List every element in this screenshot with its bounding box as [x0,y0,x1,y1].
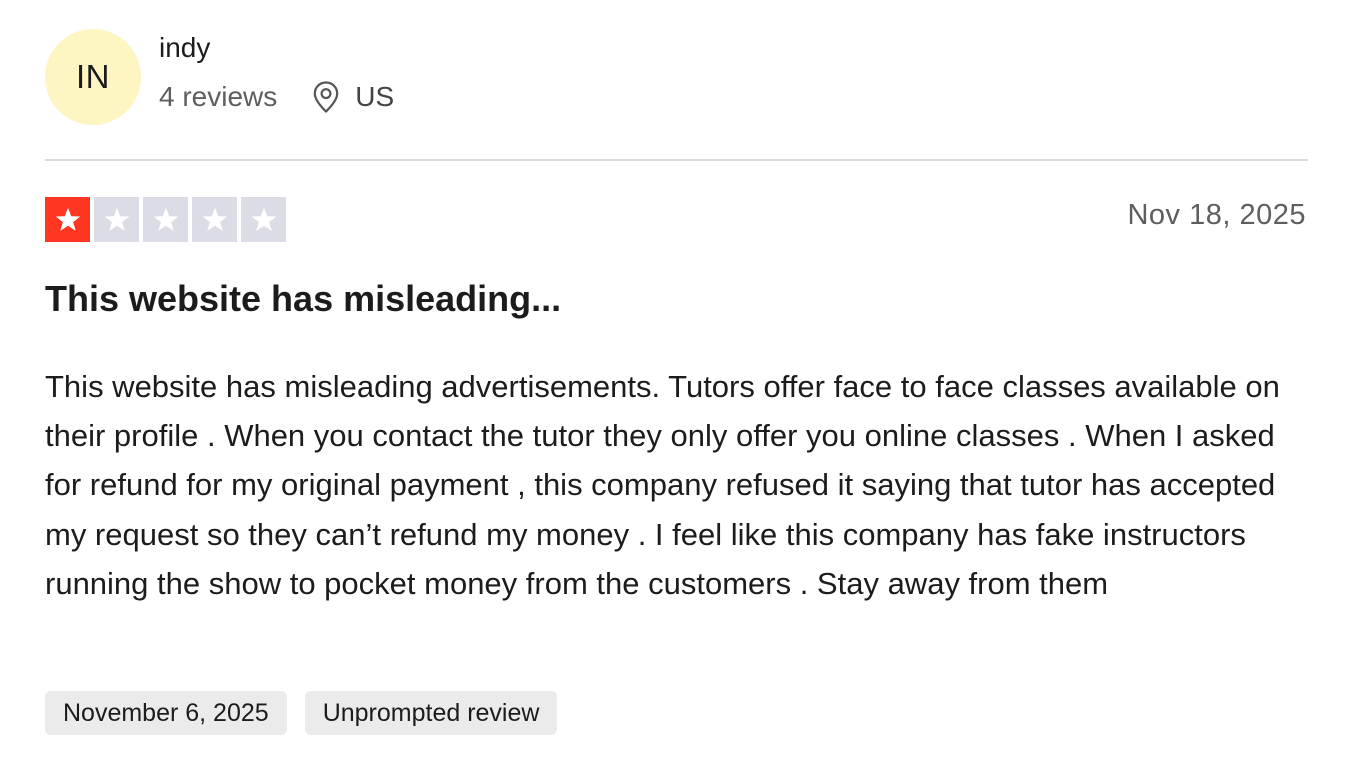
review-count: 4 reviews [159,81,278,112]
star-rating [45,197,286,242]
star-icon-5 [241,197,286,242]
review-body: This website has misleading advertisemen… [45,369,1280,601]
star-icon-4 [192,197,237,242]
star-icon-3 [143,197,188,242]
location-pin-icon [313,81,339,113]
review-card: IN indy 4 reviews US Nov 18, 2025 This w… [0,0,1362,768]
unprompted-review-tag[interactable]: Unprompted review [304,691,558,735]
location-label: US [355,81,395,112]
divider [45,159,1308,161]
star-icon-2 [94,197,139,242]
experience-date-tag: November 6, 2025 [45,691,287,735]
reviewer-meta: 4 reviews US [159,80,394,114]
reviewer-location: US [311,80,394,114]
avatar-initials: IN [76,58,110,95]
review-date: Nov 18, 2025 [1127,199,1306,231]
review-title[interactable]: This website has misleading... [45,278,561,320]
star-icon-1 [45,197,90,242]
review-tags: November 6, 2025 Unprompted review [45,691,558,735]
reviewer-name[interactable]: indy [159,32,210,64]
avatar[interactable]: IN [45,29,141,125]
